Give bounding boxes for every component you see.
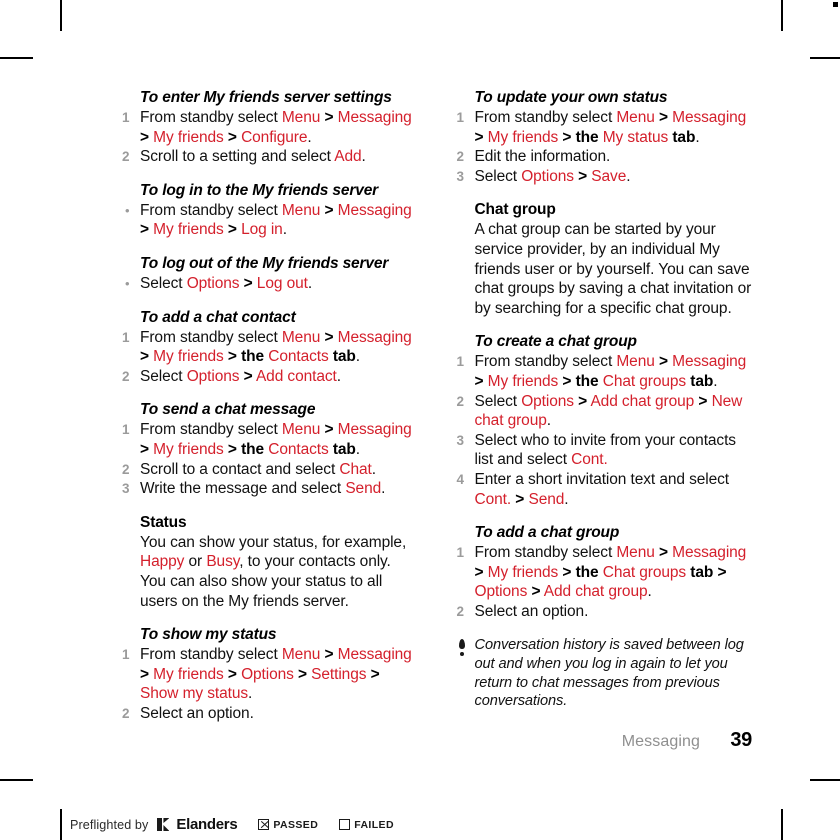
tip-note: Conversation history is saved between lo… <box>457 636 753 710</box>
list-item: Select Options > Add contact. <box>122 367 341 387</box>
list-item: Select Options > Save. <box>457 167 631 187</box>
section-heading: Status <box>140 513 187 531</box>
list-item: From standby select Menu > Messaging > M… <box>122 201 418 240</box>
crop-mark-bottom-right-horizontal <box>810 779 840 781</box>
footer-chapter-name: Messaging <box>621 733 700 750</box>
preflight-failed-label: FAILED <box>354 818 394 831</box>
list-item: From standby select Menu > Messaging > M… <box>122 108 412 146</box>
list-item: Select who to invite from your contacts … <box>457 431 737 469</box>
preflight-passed-label: PASSED <box>273 818 319 831</box>
list-item: From standby select Menu > Messaging > M… <box>457 352 747 390</box>
list-item: From standby select Menu > Messaging > M… <box>122 420 412 458</box>
crop-mark-top-right-horizontal <box>810 57 840 59</box>
step-list: From standby select Menu > Messaging > M… <box>122 108 418 167</box>
document-page: To enter My friends server settings From … <box>0 0 840 840</box>
preflight-failed-status: FAILED <box>339 819 394 831</box>
section-heading: To update your own status <box>474 89 668 106</box>
section-heading: To add a chat group <box>474 524 620 542</box>
bullet-list: From standby select Menu > Messaging > M… <box>122 201 418 240</box>
registration-mark-top-right <box>833 2 838 7</box>
crop-mark-bottom-left-horizontal <box>0 779 33 781</box>
list-item: Enter a short invitation text and select… <box>457 470 730 508</box>
list-item: From standby select Menu > Messaging > M… <box>457 108 747 146</box>
step-list: From standby select Menu > Messaging > M… <box>457 352 753 509</box>
section-heading: To log in to the My friends server <box>140 181 379 199</box>
list-item: From standby select Menu > Messaging > M… <box>122 645 412 703</box>
checkbox-unchecked-icon <box>339 819 351 830</box>
preflight-brand-label: Elanders <box>176 816 238 833</box>
list-item: Write the message and select Send. <box>122 479 386 499</box>
crop-mark-top-right-vertical <box>781 0 783 31</box>
preflight-strip: Preflighted by Elanders PASSED FAILED <box>62 809 394 840</box>
step-list: From standby select Menu > Messaging > M… <box>457 108 753 187</box>
section-heading: To log out of the My friends server <box>140 254 389 272</box>
step-list: From standby select Menu > Messaging > M… <box>122 328 418 387</box>
step-list: From standby select Menu > Messaging > M… <box>122 420 418 499</box>
crop-mark-bottom-right-vertical <box>781 809 783 840</box>
section-heading: To add a chat contact <box>140 308 296 326</box>
tip-note-text: Conversation history is saved between lo… <box>474 637 744 710</box>
section-heading: To show my status <box>140 626 277 644</box>
section-heading: To send a chat message <box>140 401 316 419</box>
section-heading: To create a chat group <box>474 333 638 351</box>
left-column: To enter My friends server settings From … <box>122 88 418 724</box>
list-item: Select an option. <box>122 704 254 724</box>
body-paragraph: You can show your status, for example, H… <box>140 533 407 610</box>
checkbox-checked-icon <box>258 819 270 830</box>
step-list: From standby select Menu > Messaging > M… <box>457 543 753 622</box>
page-footer: Messaging 39 <box>0 729 753 752</box>
crop-mark-top-left-vertical <box>60 0 62 31</box>
page-columns: To enter My friends server settings From … <box>122 88 753 724</box>
step-list: From standby select Menu > Messaging > M… <box>122 645 418 724</box>
bullet-list: Select Options > Log out. <box>122 274 418 294</box>
list-item: Edit the information. <box>457 147 611 167</box>
list-item: Select Options > Log out. <box>122 274 418 294</box>
tip-bulb-icon <box>458 639 467 656</box>
right-column: To update your own status From standby se… <box>457 88 753 723</box>
list-item: Select Options > Add chat group > New ch… <box>457 392 743 430</box>
list-item: Scroll to a setting and select Add. <box>122 147 366 167</box>
footer-page-number: 39 <box>730 729 752 751</box>
body-paragraph: A chat group can be started by your serv… <box>474 221 752 317</box>
elanders-logo-icon <box>157 818 170 831</box>
section-heading: Chat group <box>474 201 556 219</box>
preflight-prefix-label: Preflighted by <box>70 817 149 832</box>
list-item: From standby select Menu > Messaging > M… <box>457 543 747 601</box>
list-item: Select an option. <box>457 602 589 622</box>
preflight-passed-status: PASSED <box>258 819 318 831</box>
list-item: Scroll to a contact and select Chat. <box>122 460 376 480</box>
section-heading: To enter My friends server settings <box>140 89 392 106</box>
crop-mark-top-left-horizontal <box>0 57 33 59</box>
list-item: From standby select Menu > Messaging > M… <box>122 328 412 366</box>
